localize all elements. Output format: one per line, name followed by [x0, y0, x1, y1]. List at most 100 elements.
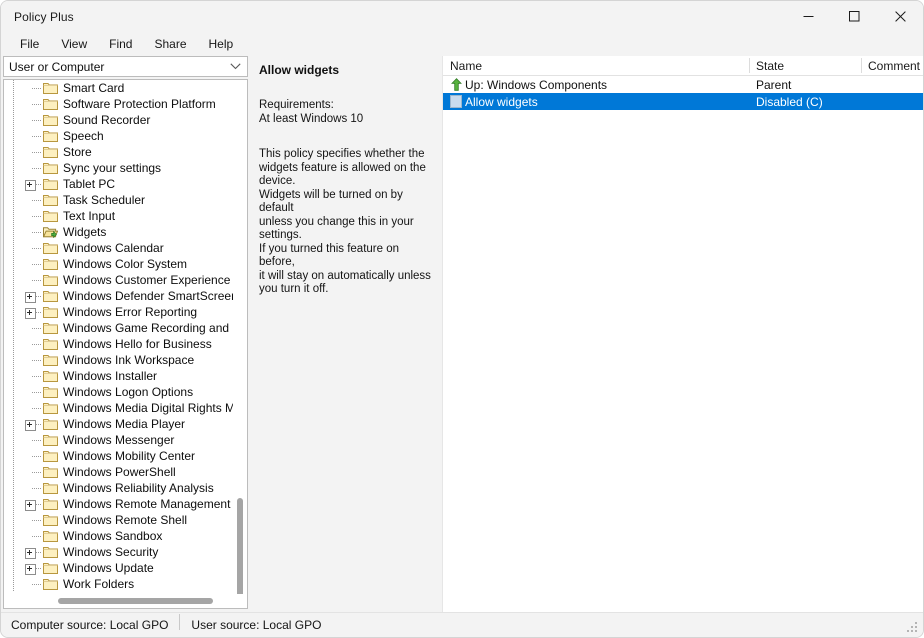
tree-branch-connector — [23, 384, 42, 400]
tree-indent-guide — [4, 208, 23, 224]
policy-list-row[interactable]: Up: Windows ComponentsParent — [443, 76, 923, 93]
menu-item-find[interactable]: Find — [98, 34, 143, 55]
tree-item-task-scheduler[interactable]: Task Scheduler — [4, 192, 233, 208]
tree-item-label: Work Folders — [59, 576, 134, 592]
tree-expand-plus-icon[interactable] — [23, 176, 42, 192]
tree-indent-guide — [4, 560, 23, 576]
tree-branch-connector — [23, 256, 42, 272]
tree-item-windows-calendar[interactable]: Windows Calendar — [4, 240, 233, 256]
tree-item-label: Windows Media Player — [59, 416, 185, 432]
tree-indent-guide — [4, 112, 23, 128]
tree-expand-plus-icon[interactable] — [23, 288, 42, 304]
tree-item-windows-ink-workspace[interactable]: Windows Ink Workspace — [4, 352, 233, 368]
resize-grip-icon[interactable] — [907, 622, 920, 635]
tree-item-label: Widgets — [59, 224, 106, 240]
tree-indent-guide — [4, 128, 23, 144]
tree-item-windows-sandbox[interactable]: Windows Sandbox — [4, 528, 233, 544]
tree-branch-connector — [23, 80, 42, 96]
folder-icon — [42, 256, 59, 272]
tree-expand-plus-icon[interactable] — [23, 560, 42, 576]
tree-item-windows-color-system[interactable]: Windows Color System — [4, 256, 233, 272]
tree-indent-guide — [4, 144, 23, 160]
status-computer-source: Computer source: Local GPO — [11, 618, 179, 632]
resize-grip-dot — [911, 626, 913, 628]
tree-item-sound-recorder[interactable]: Sound Recorder — [4, 112, 233, 128]
tree-item-windows-hello-for-business[interactable]: Windows Hello for Business — [4, 336, 233, 352]
tree-item-tablet-pc[interactable]: Tablet PC — [4, 176, 233, 192]
tree-vertical-scrollbar-thumb[interactable] — [237, 498, 243, 608]
menu-item-share[interactable]: Share — [143, 34, 197, 55]
column-header-comment[interactable]: Comment — [861, 56, 923, 75]
tree-item-windows-game-recording-and-broa[interactable]: Windows Game Recording and Broa — [4, 320, 233, 336]
menu-item-file[interactable]: File — [9, 34, 50, 55]
maximize-button[interactable] — [831, 1, 877, 32]
folder-icon — [42, 240, 59, 256]
policy-plus-window: Policy Plus File View Find Share — [0, 0, 924, 638]
tree-item-windows-remote-management-wi[interactable]: Windows Remote Management (Wi — [4, 496, 233, 512]
tree-item-work-folders[interactable]: Work Folders — [4, 576, 233, 592]
tree-item-windows-security[interactable]: Windows Security — [4, 544, 233, 560]
tree-item-label: Windows Color System — [59, 256, 187, 272]
tree-item-windows-update[interactable]: Windows Update — [4, 560, 233, 576]
tree-expand-plus-icon[interactable] — [23, 416, 42, 432]
tree-indent-guide — [4, 496, 23, 512]
tree-expand-plus-icon[interactable] — [23, 304, 42, 320]
tree-branch-connector — [23, 336, 42, 352]
policy-list-row-state: Disabled (C) — [749, 95, 861, 109]
tree-item-smart-card[interactable]: Smart Card — [4, 80, 233, 96]
tree-item-store[interactable]: Store — [4, 144, 233, 160]
tree-item-windows-media-digital-rights-mana[interactable]: Windows Media Digital Rights Mana — [4, 400, 233, 416]
tree-indent-guide — [4, 96, 23, 112]
tree-expand-plus-icon[interactable] — [23, 496, 42, 512]
policy-tree-rows: Smart CardSoftware Protection PlatformSo… — [4, 80, 233, 594]
minimize-button[interactable] — [785, 1, 831, 32]
policy-tree[interactable]: Smart CardSoftware Protection PlatformSo… — [3, 79, 248, 609]
tree-item-windows-defender-smartscreen[interactable]: Windows Defender SmartScreen — [4, 288, 233, 304]
tree-item-windows-error-reporting[interactable]: Windows Error Reporting — [4, 304, 233, 320]
folder-icon — [42, 400, 59, 416]
column-header-name[interactable]: Name — [443, 56, 749, 75]
tree-horizontal-scrollbar[interactable] — [4, 594, 233, 608]
tree-item-windows-installer[interactable]: Windows Installer — [4, 368, 233, 384]
tree-item-text-input[interactable]: Text Input — [4, 208, 233, 224]
tree-item-windows-reliability-analysis[interactable]: Windows Reliability Analysis — [4, 480, 233, 496]
scope-combobox[interactable]: User or Computer — [3, 56, 248, 77]
tree-item-windows-logon-options[interactable]: Windows Logon Options — [4, 384, 233, 400]
tree-expand-plus-icon[interactable] — [23, 544, 42, 560]
tree-item-speech[interactable]: Speech — [4, 128, 233, 144]
resize-grip-dot — [915, 630, 917, 632]
menu-item-view[interactable]: View — [50, 34, 98, 55]
folder-icon — [42, 192, 59, 208]
tree-item-windows-mobility-center[interactable]: Windows Mobility Center — [4, 448, 233, 464]
menu-item-help[interactable]: Help — [198, 34, 245, 55]
close-button[interactable] — [877, 1, 923, 32]
folder-icon — [42, 144, 59, 160]
policy-list-row[interactable]: Allow widgetsDisabled (C) — [443, 93, 923, 110]
maximize-icon — [849, 11, 860, 22]
folder-icon — [42, 160, 59, 176]
tree-item-windows-remote-shell[interactable]: Windows Remote Shell — [4, 512, 233, 528]
folder-icon — [42, 336, 59, 352]
policy-list-row-name: Up: Windows Components — [465, 78, 749, 92]
tree-branch-connector — [23, 512, 42, 528]
tree-indent-guide — [4, 272, 23, 288]
folder-icon — [42, 304, 59, 320]
tree-indent-guide — [4, 528, 23, 544]
tree-item-windows-customer-experience-impr[interactable]: Windows Customer Experience Impr — [4, 272, 233, 288]
tree-indent-guide — [4, 416, 23, 432]
tree-horizontal-scrollbar-thumb[interactable] — [58, 598, 213, 604]
tree-indent-guide — [4, 448, 23, 464]
tree-item-widgets[interactable]: Widgets — [4, 224, 233, 240]
resize-grip-dot — [915, 626, 917, 628]
tree-vertical-scrollbar[interactable] — [233, 80, 247, 594]
folder-icon — [42, 528, 59, 544]
tree-item-sync-your-settings[interactable]: Sync your settings — [4, 160, 233, 176]
tree-item-windows-messenger[interactable]: Windows Messenger — [4, 432, 233, 448]
tree-branch-connector — [23, 128, 42, 144]
tree-item-windows-media-player[interactable]: Windows Media Player — [4, 416, 233, 432]
column-header-state[interactable]: State — [749, 56, 861, 75]
tree-item-windows-powershell[interactable]: Windows PowerShell — [4, 464, 233, 480]
tree-indent-guide — [4, 176, 23, 192]
tree-item-software-protection-platform[interactable]: Software Protection Platform — [4, 96, 233, 112]
tree-indent-guide — [4, 224, 23, 240]
